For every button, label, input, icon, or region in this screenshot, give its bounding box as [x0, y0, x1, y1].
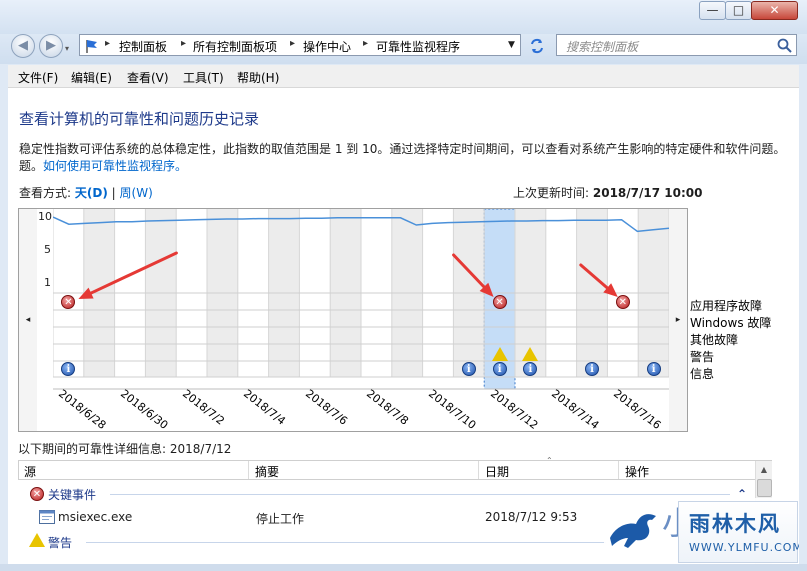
column-divider[interactable]: [478, 461, 479, 479]
legend-warnings: 警告: [690, 350, 715, 364]
history-chevron-icon[interactable]: ▾: [65, 44, 69, 53]
group-divider: [110, 494, 730, 495]
chart-scroll-left-button[interactable]: ◂: [19, 209, 37, 431]
breadcrumb-all-items[interactable]: 所有控制面板项: [193, 38, 277, 55]
chart-plot-area[interactable]: ✕ ✕ ✕ i i i i i i 2018/6/28 2018/6/30 2018/7/2 2018/…: [53, 209, 669, 432]
watermark-url: WWW.YLMFU.COM: [689, 541, 799, 554]
last-updated: 上次更新时间: 2018/7/17 10:00: [513, 184, 702, 201]
description-text: 稳定性指数可评估系统的总体稳定性，此指数的取值范围是 1 到 10。通过选择特定…: [19, 142, 786, 156]
content-pane: 查看计算机的可靠性和问题历史记录 稳定性指数可评估系统的总体稳定性，此指数的取值…: [8, 88, 799, 564]
details-heading: 以下期间的可靠性详细信息: 2018/7/12: [18, 442, 232, 456]
legend-information: 信息: [690, 367, 715, 381]
app-failure-icon[interactable]: ✕: [615, 295, 630, 309]
row-date: 2018/7/12 9:53: [485, 510, 578, 524]
minimize-button[interactable]: —: [699, 1, 726, 20]
forward-button[interactable]: ▶: [39, 34, 63, 58]
scrollbar-thumb[interactable]: [757, 479, 772, 497]
column-header-source[interactable]: 源: [24, 463, 36, 480]
close-button[interactable]: ✕: [751, 1, 798, 20]
warning-triangle-icon: [29, 533, 45, 547]
page-description: 稳定性指数可评估系统的总体稳定性，此指数的取值范围是 1 到 10。通过选择特定…: [19, 141, 785, 175]
legend-misc-failures: 其他故障: [690, 333, 739, 347]
back-button[interactable]: ◀: [11, 34, 35, 58]
watermark-badge: 雨林木风 WWW.YLMFU.COM: [678, 501, 799, 563]
breadcrumb-action-center[interactable]: 操作中心: [303, 38, 351, 55]
warning-icon[interactable]: [491, 347, 508, 361]
row-source: msiexec.exe: [58, 510, 133, 524]
search-box[interactable]: 搜索控制面板: [556, 34, 797, 56]
view-separator: |: [111, 186, 116, 200]
scroll-right-icon: ▸: [675, 315, 681, 325]
search-icon[interactable]: [777, 38, 792, 53]
y-tick-label: 10: [38, 210, 52, 223]
application-window-icon: [39, 510, 55, 524]
last-updated-value: 2018/7/17 10:00: [592, 186, 703, 200]
view-by: 查看方式: 天(D) | 周(W): [19, 184, 153, 201]
view-week-link[interactable]: 周(W): [120, 186, 153, 200]
information-icon[interactable]: i: [492, 362, 507, 376]
chart-scroll-right-button[interactable]: ▸: [669, 209, 687, 431]
watermark: 小 雨林木风 WWW.YLMFU.COM: [604, 498, 799, 564]
address-bar[interactable]: ▸ 控制面板 ▸ 所有控制面板项 ▸ 操作中心 ▸ 可靠性监视程序 ▼: [79, 34, 521, 56]
maximize-button[interactable]: □: [725, 1, 752, 20]
column-header-action[interactable]: 操作: [625, 463, 649, 480]
description-tail: 题。: [19, 159, 44, 173]
view-day-link[interactable]: 天(D): [75, 186, 108, 200]
search-input[interactable]: 搜索控制面板: [566, 38, 638, 55]
title-bar: [0, 0, 807, 34]
group-warnings[interactable]: 警告: [48, 534, 72, 551]
breadcrumb-control-panel[interactable]: 控制面板: [119, 38, 167, 55]
menu-view[interactable]: 查看(V): [127, 69, 169, 86]
menu-file[interactable]: 文件(F): [18, 69, 58, 86]
legend-app-failures: 应用程序故障: [690, 299, 763, 313]
sort-ascending-icon: ⌃: [546, 456, 553, 465]
view-by-label: 查看方式:: [19, 186, 72, 200]
menu-help[interactable]: 帮助(H): [237, 69, 279, 86]
breadcrumb-separator-icon: ▸: [363, 38, 369, 49]
last-updated-label: 上次更新时间:: [513, 186, 590, 200]
refresh-icon[interactable]: [528, 37, 546, 55]
column-divider[interactable]: [248, 461, 249, 479]
chart-svg: [53, 209, 669, 390]
scroll-up-icon[interactable]: ▲: [757, 463, 771, 477]
help-link[interactable]: 如何使用可靠性监视程序。: [43, 159, 187, 173]
row-summary: 停止工作: [256, 512, 305, 526]
back-arrow-icon: ◀: [18, 38, 28, 53]
scroll-left-icon: ◂: [25, 315, 31, 325]
legend-windows-failures: Windows 故障: [690, 316, 772, 330]
breadcrumb-separator-icon: ▸: [290, 38, 296, 49]
column-header-date[interactable]: 日期: [485, 463, 509, 480]
control-panel-flag-icon: [86, 40, 97, 53]
page-title: 查看计算机的可靠性和问题历史记录: [19, 110, 260, 128]
menu-edit[interactable]: 编辑(E): [71, 69, 112, 86]
breadcrumb-separator-icon: ▸: [105, 38, 111, 49]
breadcrumb-reliability-monitor[interactable]: 可靠性监视程序: [376, 38, 460, 55]
details-table-header: 源 摘要 ⌃ 日期 操作: [18, 456, 772, 480]
menu-tools[interactable]: 工具(T): [183, 69, 224, 86]
group-critical-events[interactable]: 关键事件: [48, 486, 96, 503]
reliability-chart[interactable]: ◂ ▸ ✕ ✕ ✕ i i i i i i 2018/6/28 2018/6/30 2018/7/2 2…: [18, 208, 688, 432]
warning-icon[interactable]: [522, 347, 539, 361]
y-tick-label: 1: [44, 276, 51, 289]
warning-group-icon: [29, 533, 45, 547]
y-tick-label: 5: [44, 243, 51, 256]
horse-logo-icon: [610, 514, 656, 548]
column-header-summary[interactable]: 摘要: [255, 463, 279, 480]
address-dropdown-icon[interactable]: ▼: [508, 40, 515, 50]
information-icon[interactable]: i: [646, 362, 661, 376]
information-icon[interactable]: i: [585, 362, 599, 376]
breadcrumb-separator-icon: ▸: [181, 38, 187, 49]
window-frame-bottom: [0, 564, 807, 571]
group-divider: [86, 542, 606, 543]
information-icon[interactable]: i: [461, 362, 476, 376]
column-divider[interactable]: [618, 461, 619, 479]
critical-event-icon: ✕: [30, 487, 44, 501]
menu-bar: 文件(F) 编辑(E) 查看(V) 工具(T) 帮助(H): [8, 65, 799, 88]
watermark-text: 雨林木风: [689, 512, 781, 536]
app-failure-icon[interactable]: ✕: [492, 295, 507, 309]
forward-arrow-icon: ▶: [46, 38, 56, 53]
